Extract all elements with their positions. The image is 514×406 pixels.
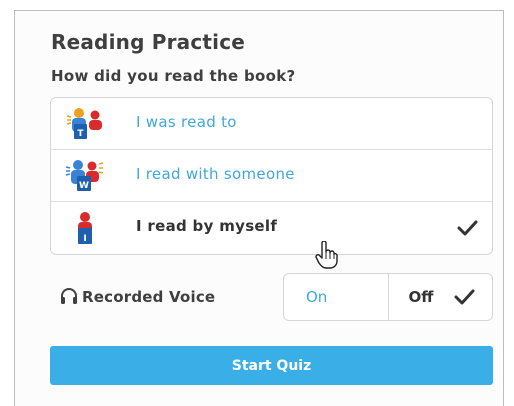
badge-i: I <box>83 234 86 244</box>
read-with-someone-icon: W <box>65 160 104 191</box>
panel-title: Reading Practice <box>51 30 246 54</box>
question-text: How did you read the book? <box>51 67 296 85</box>
checkmark-icon <box>457 220 478 236</box>
option-label: I read with someone <box>136 165 295 183</box>
reading-options-list: T I was read to W I read with someone I <box>50 97 493 255</box>
voice-on-label: On <box>306 288 328 306</box>
voice-off-button[interactable]: Off <box>389 274 493 320</box>
headphones-icon <box>61 288 77 304</box>
voice-off-label: Off <box>408 288 434 306</box>
checkmark-icon <box>454 289 474 305</box>
badge-w: W <box>79 181 89 191</box>
recorded-voice-text: Recorded Voice <box>82 288 216 306</box>
option-read-to[interactable]: T I was read to <box>51 98 492 150</box>
recorded-voice-label: Recorded Voice <box>60 287 215 306</box>
recorded-voice-toggle: On Off <box>283 273 493 321</box>
start-quiz-button[interactable]: Start Quiz <box>50 346 493 385</box>
hand-pointer-cursor-icon <box>315 241 338 269</box>
badge-t: T <box>77 129 84 139</box>
voice-on-button[interactable]: On <box>284 274 389 320</box>
option-read-by-myself[interactable]: I I read by myself <box>51 202 492 254</box>
option-read-with-someone[interactable]: W I read with someone <box>51 150 492 202</box>
option-label: I read by myself <box>136 217 278 235</box>
option-label: I was read to <box>136 113 237 131</box>
read-by-myself-icon: I <box>78 212 92 244</box>
read-to-icon: T <box>66 108 102 139</box>
